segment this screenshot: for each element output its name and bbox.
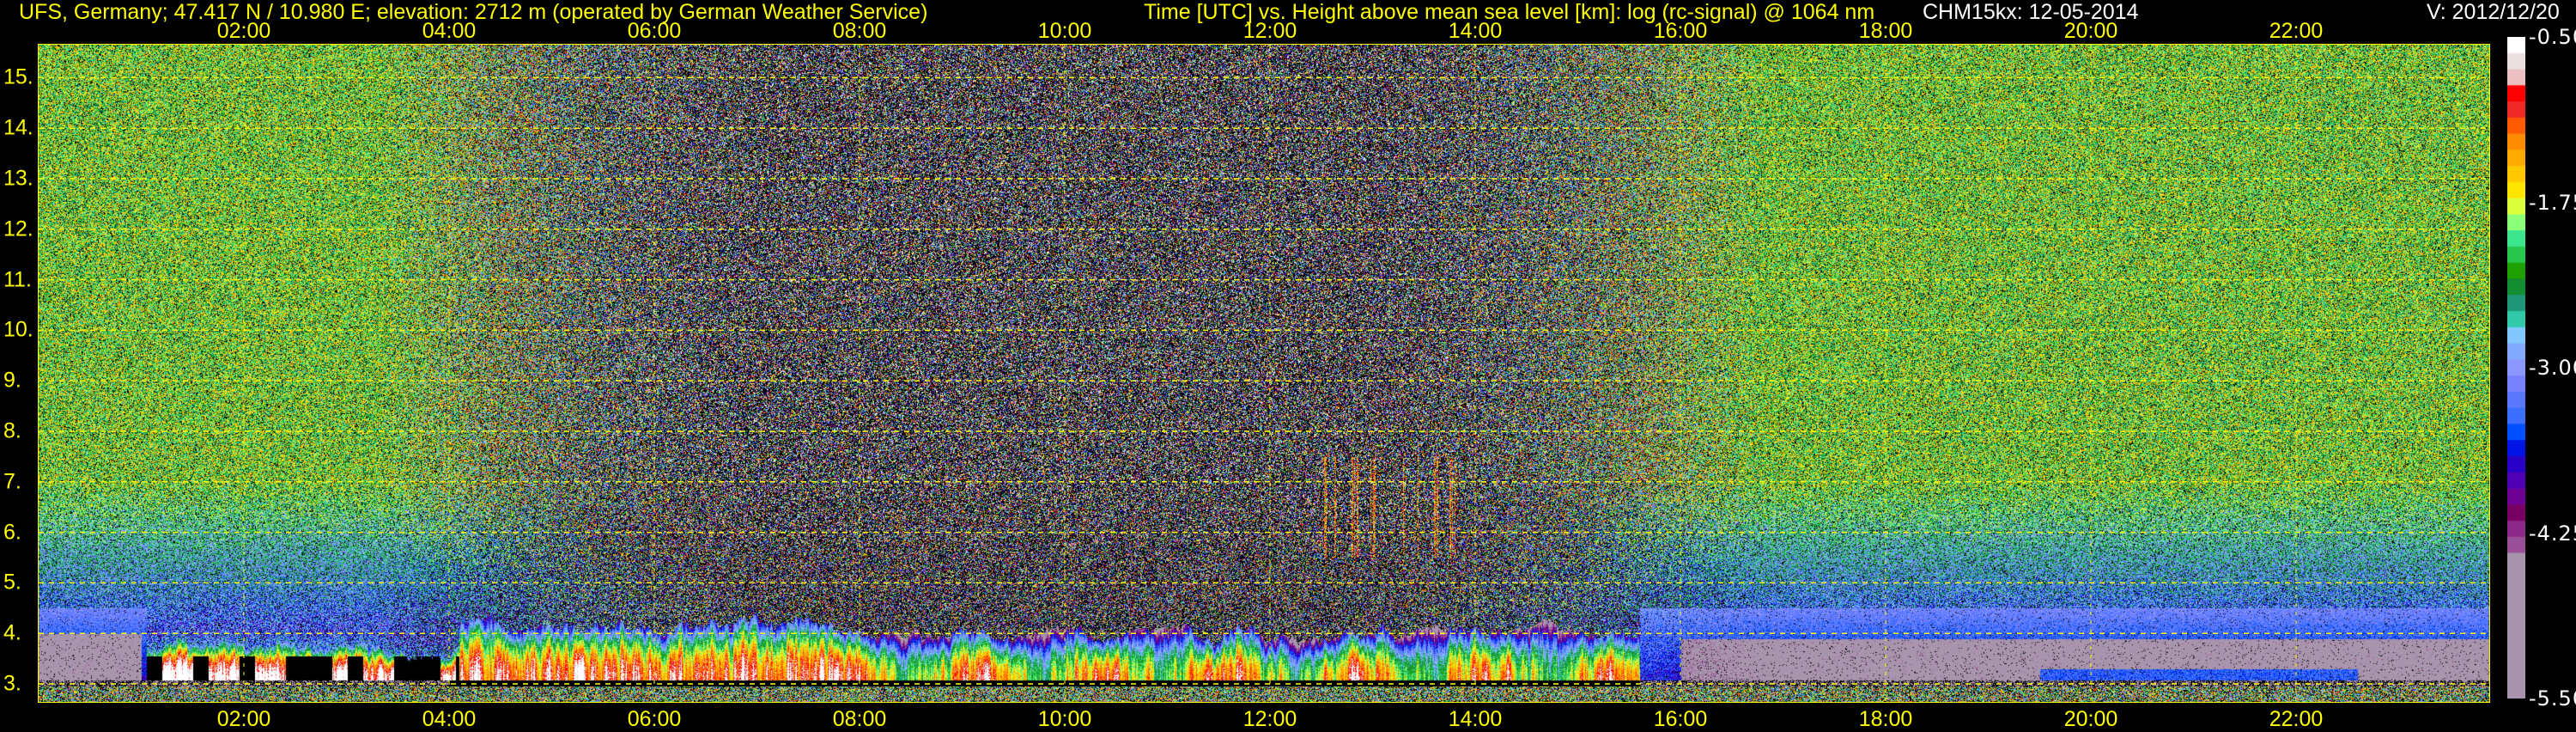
y-tick: 8.: [3, 418, 21, 443]
y-tick: 15.: [3, 64, 33, 89]
x-tick-bottom: 18:00: [1858, 707, 1913, 731]
x-tick-top: 22:00: [2269, 19, 2324, 43]
x-tick-bottom: 20:00: [2063, 707, 2118, 731]
x-tick-top: 04:00: [422, 19, 477, 43]
colorbar-tick: -4.25: [2529, 521, 2576, 546]
grid-lines: [39, 45, 2489, 702]
x-tick-top: 18:00: [1858, 19, 1913, 43]
x-tick-top: 16:00: [1653, 19, 1708, 43]
y-tick: 3.: [3, 671, 21, 696]
y-tick: 4.: [3, 620, 21, 645]
colorbar-tick: -0.50: [2529, 25, 2576, 49]
x-tick-top: 02:00: [216, 19, 271, 43]
y-tick: 5.: [3, 570, 21, 595]
y-tick: 13.: [3, 166, 33, 191]
x-tick-bottom: 16:00: [1653, 707, 1708, 731]
x-tick-bottom: 02:00: [216, 707, 271, 731]
x-tick-bottom: 12:00: [1242, 707, 1297, 731]
colorbar-tick: -5.50: [2529, 686, 2576, 711]
x-tick-bottom: 22:00: [2269, 707, 2324, 731]
version-label: V: 2012/12/20: [2427, 0, 2560, 24]
x-tick-top: 20:00: [2063, 19, 2118, 43]
x-tick-bottom: 06:00: [627, 707, 682, 731]
y-tick: 14.: [3, 115, 33, 140]
x-tick-bottom: 04:00: [422, 707, 477, 731]
y-tick: 9.: [3, 368, 21, 393]
colorbar-tick: -3.00: [2529, 356, 2576, 380]
y-tick: 12.: [3, 217, 33, 241]
y-tick: 7.: [3, 469, 21, 494]
x-tick-bottom: 08:00: [832, 707, 887, 731]
x-tick-top: 06:00: [627, 19, 682, 43]
colorbar: [2507, 37, 2525, 698]
x-tick-top: 08:00: [832, 19, 887, 43]
x-tick-top: 12:00: [1242, 19, 1297, 43]
x-tick-bottom: 14:00: [1448, 707, 1503, 731]
x-tick-top: 14:00: [1448, 19, 1503, 43]
heatmap-plot-area: [39, 45, 2489, 702]
x-tick-top: 10:00: [1037, 19, 1092, 43]
y-tick: 11.: [3, 267, 32, 292]
y-tick: 10.: [3, 317, 33, 342]
x-tick-bottom: 10:00: [1037, 707, 1092, 731]
y-tick: 6.: [3, 520, 21, 545]
colorbar-tick: -1.75: [2529, 190, 2576, 215]
